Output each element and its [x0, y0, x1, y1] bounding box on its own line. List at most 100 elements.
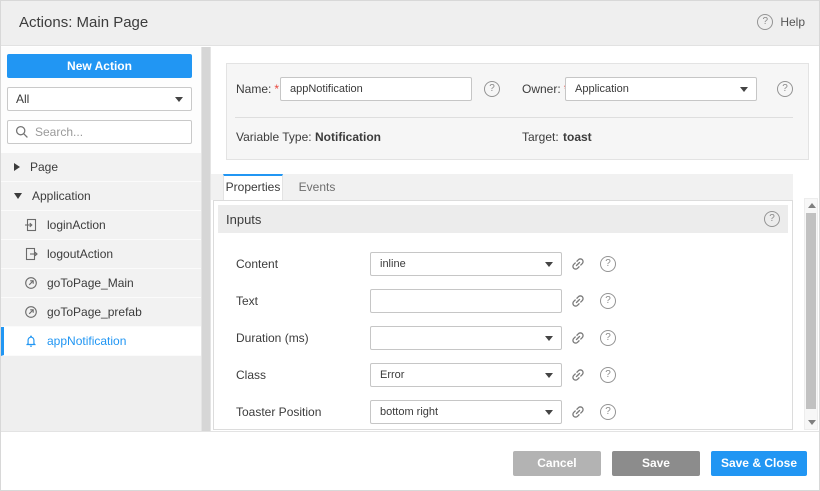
filter-dropdown-value: All [16, 92, 29, 106]
tree-group-application[interactable]: Application [1, 182, 201, 211]
owner-dropdown-value: Application [575, 83, 629, 95]
name-label: Name:* [236, 82, 279, 96]
duration-label: Duration (ms) [236, 331, 309, 345]
help-label: Help [780, 15, 805, 29]
inputs-section-title: Inputs [226, 212, 261, 227]
help-circle-icon[interactable]: ? [777, 81, 793, 97]
cancel-button[interactable]: Cancel [513, 451, 601, 476]
search-input[interactable] [35, 125, 185, 139]
actions-tree: Page Application loginAction logoutActio… [1, 153, 201, 356]
chevron-down-icon [545, 336, 553, 341]
bell-icon [24, 334, 38, 348]
owner-dropdown[interactable]: Application [565, 77, 757, 101]
help-button[interactable]: ? Help [757, 14, 805, 30]
save-and-close-button[interactable]: Save & Close [711, 451, 807, 476]
link-binding-icon[interactable] [570, 404, 586, 420]
owner-label: Owner:* [522, 82, 568, 96]
logout-icon [24, 247, 38, 261]
input-row-toaster-position: Toaster Position bottom right ? [214, 400, 792, 424]
help-circle-icon[interactable]: ? [764, 211, 780, 227]
sidebar-scrollbar[interactable] [201, 47, 211, 431]
properties-panel: Inputs ? Content inline ? Text [213, 200, 793, 430]
tree-item-label: goToPage_prefab [47, 305, 142, 319]
filter-dropdown[interactable]: All [7, 87, 192, 111]
required-marker: * [274, 82, 279, 96]
dialog-footer: Cancel Save Save & Close [1, 431, 820, 491]
duration-dropdown[interactable] [370, 326, 562, 350]
help-circle-icon[interactable]: ? [600, 256, 616, 272]
card-divider [235, 117, 793, 118]
help-circle-icon[interactable]: ? [600, 293, 616, 309]
content-label: Content [236, 257, 278, 271]
link-binding-icon[interactable] [570, 367, 586, 383]
scroll-up-icon[interactable] [808, 203, 816, 208]
tree-item-label: goToPage_Main [47, 276, 134, 290]
text-input[interactable] [370, 289, 562, 313]
link-binding-icon[interactable] [570, 256, 586, 272]
target-label: Target: [522, 130, 559, 144]
footer-buttons: Cancel Save Save & Close [513, 451, 807, 476]
dialog-header: Actions: Main Page ? Help [1, 1, 820, 46]
help-circle-icon[interactable]: ? [484, 81, 500, 97]
save-button[interactable]: Save [612, 451, 700, 476]
chevron-down-icon [545, 373, 553, 378]
tree-group-page[interactable]: Page [1, 153, 201, 182]
tree-item-label: logoutAction [47, 247, 113, 261]
toaster-position-dropdown[interactable]: bottom right [370, 400, 562, 424]
page-title: Actions: Main Page [19, 14, 148, 31]
input-row-content: Content inline ? [214, 252, 792, 276]
link-binding-icon[interactable] [570, 330, 586, 346]
target-value: toast [563, 130, 592, 144]
variable-type-label: Variable Type: [236, 130, 312, 144]
help-circle-icon[interactable]: ? [600, 404, 616, 420]
chevron-down-icon [545, 410, 553, 415]
input-row-text: Text ? [214, 289, 792, 313]
chevron-right-icon [14, 163, 20, 171]
content-dropdown-value: inline [380, 258, 406, 270]
tree-item-gotopage-prefab[interactable]: goToPage_prefab [1, 298, 201, 327]
class-dropdown-value: Error [380, 369, 404, 381]
tab-events[interactable]: Events [289, 174, 345, 200]
search-icon [15, 125, 29, 139]
tree-group-label: Page [30, 160, 58, 174]
search-box [7, 120, 192, 144]
tree-group-label: Application [32, 189, 91, 203]
name-input[interactable] [280, 77, 472, 101]
text-label: Text [236, 294, 258, 308]
input-row-duration: Duration (ms) ? [214, 326, 792, 350]
scroll-down-icon[interactable] [808, 420, 816, 425]
actions-sidebar: New Action All Page Application [1, 47, 201, 431]
tree-item-label: appNotification [47, 334, 126, 348]
toaster-position-dropdown-value: bottom right [380, 406, 438, 418]
input-row-class: Class Error ? [214, 363, 792, 387]
action-detail-pane: Name:* ? Owner:* Application ? Variable … [211, 47, 820, 431]
new-action-button[interactable]: New Action [7, 54, 192, 78]
panel-scrollbar[interactable] [804, 198, 818, 430]
chevron-down-icon [740, 87, 748, 92]
detail-tabbar: Properties Events [211, 174, 793, 200]
tree-item-app-notification[interactable]: appNotification [1, 327, 201, 356]
help-circle-icon[interactable]: ? [600, 330, 616, 346]
link-binding-icon[interactable] [570, 293, 586, 309]
tab-properties[interactable]: Properties [223, 174, 283, 200]
toaster-position-label: Toaster Position [236, 405, 321, 419]
tree-item-login-action[interactable]: loginAction [1, 211, 201, 240]
type-target-row: Variable Type: Notification Target: toas… [235, 130, 800, 146]
variable-type-value: Notification [315, 130, 381, 144]
class-label: Class [236, 368, 266, 382]
goto-page-icon [24, 276, 38, 290]
tree-item-logout-action[interactable]: logoutAction [1, 240, 201, 269]
tree-item-gotopage-main[interactable]: goToPage_Main [1, 269, 201, 298]
content-dropdown[interactable]: inline [370, 252, 562, 276]
scrollbar-thumb[interactable] [806, 213, 816, 409]
class-dropdown[interactable]: Error [370, 363, 562, 387]
sidebar-controls: New Action All [1, 47, 201, 153]
chevron-down-icon [545, 262, 553, 267]
help-circle-icon[interactable]: ? [600, 367, 616, 383]
name-owner-row: Name:* ? Owner:* Application ? [235, 77, 800, 101]
goto-page-icon [24, 305, 38, 319]
chevron-down-icon [175, 97, 183, 102]
inputs-section-header: Inputs ? [218, 205, 788, 233]
chevron-down-icon [14, 193, 22, 199]
help-circle-icon: ? [757, 14, 773, 30]
